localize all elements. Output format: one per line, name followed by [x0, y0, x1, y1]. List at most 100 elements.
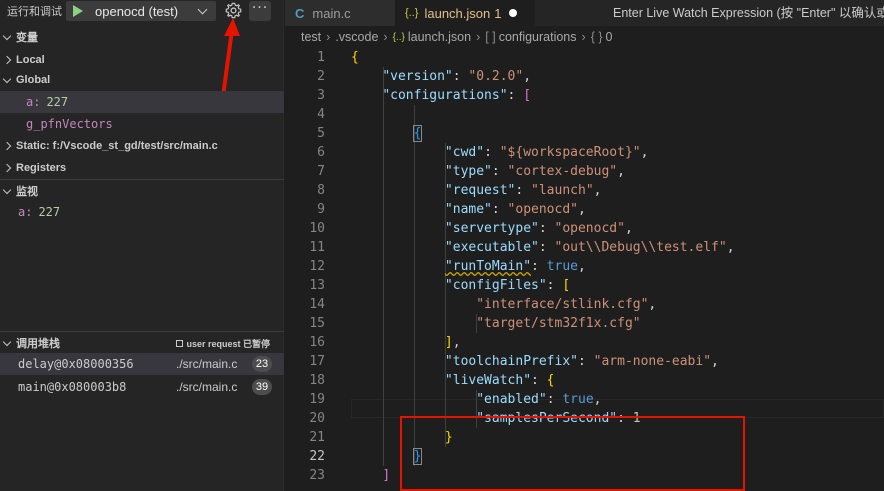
- object-icon: { }: [590, 30, 603, 44]
- code-line: 16 ],: [285, 333, 884, 352]
- code-line: 13 "configFiles": [: [285, 276, 884, 295]
- registers-scope-label: Registers: [16, 162, 67, 174]
- code-text: {: [413, 126, 422, 141]
- chevron-right-icon: ›: [383, 30, 388, 44]
- line-number: 2: [317, 69, 325, 84]
- line-number: 22: [309, 449, 325, 464]
- chevron-down-icon: [2, 31, 12, 40]
- line-number: 12: [309, 259, 325, 274]
- line-number: 9: [317, 202, 325, 217]
- code-text: "name": "openocd",: [444, 202, 586, 217]
- chevron-down-icon: [2, 185, 12, 194]
- global-scope-label: Global: [16, 74, 51, 86]
- watch-expression-value: 227: [38, 205, 61, 219]
- chevron-down-icon: [2, 337, 12, 346]
- more-actions-button[interactable]: ···: [249, 1, 271, 21]
- call-stack-section-header[interactable]: 调用堆栈 user request 已暂停: [0, 332, 284, 354]
- annotation-highlight-box: [400, 416, 745, 491]
- chevron-right-icon: [2, 141, 12, 151]
- run-and-debug-title: 运行和调试: [7, 6, 62, 18]
- chevron-right-icon: ›: [581, 30, 586, 44]
- code-line: 12 "runToMain": true,: [285, 257, 884, 276]
- line-number: 4: [317, 107, 325, 122]
- tab-main-c[interactable]: C main.c: [285, 0, 395, 26]
- c-file-icon: C: [295, 5, 305, 21]
- line-number: 15: [309, 316, 325, 331]
- code-line: 10 "servertype": "openocd",: [285, 219, 884, 238]
- code-text: "target/stm32f1x.cfg": [476, 316, 641, 331]
- breadcrumb-item[interactable]: test: [301, 30, 321, 44]
- breadcrumb-item[interactable]: launch.json: [408, 30, 471, 44]
- code-text: ],: [444, 335, 461, 350]
- variable-name: a:: [26, 95, 41, 109]
- code-line: 15 "target/stm32f1x.cfg": [285, 314, 884, 333]
- local-scope-label: Local: [16, 54, 45, 66]
- breadcrumb-item[interactable]: 0: [606, 30, 613, 44]
- tab-label: main.c: [312, 5, 351, 21]
- static-scope[interactable]: Static: f:/Vscode_st_gd/test/src/main.c: [0, 135, 284, 157]
- code-line: 18 "liveWatch": {: [285, 371, 884, 390]
- code-line: 14 "interface/stlink.cfg",: [285, 295, 884, 314]
- line-number: 11: [309, 240, 325, 255]
- code-text: "servertype": "openocd",: [444, 221, 633, 236]
- stack-frame[interactable]: main@0x080003b8 ./src/main.c 39: [0, 376, 284, 398]
- code-line: 5 {: [285, 124, 884, 143]
- breadcrumb-item[interactable]: configurations: [499, 30, 577, 44]
- stack-frame-file: ./src/main.c: [176, 357, 238, 371]
- variables-title: 变量: [16, 32, 38, 44]
- stack-frame-name: delay@0x08000356: [18, 357, 134, 371]
- line-number: 19: [309, 392, 325, 407]
- debug-config-select[interactable]: openocd (test): [66, 1, 216, 21]
- json-file-icon: {..}: [405, 7, 419, 19]
- registers-scope[interactable]: Registers: [0, 157, 284, 179]
- code-text: "configurations": [: [382, 88, 532, 103]
- breadcrumb: test › .vscode › {..} launch.json › [ ] …: [285, 26, 884, 48]
- call-stack-title: 调用堆栈: [16, 338, 60, 350]
- line-number: 18: [309, 373, 325, 388]
- variable-name: g_pfnVectors: [26, 117, 113, 131]
- code-text: "interface/stlink.cfg",: [476, 297, 657, 312]
- variable-value: 227: [46, 95, 69, 109]
- stack-frame-file: ./src/main.c: [176, 380, 238, 394]
- line-number: 3: [317, 88, 325, 103]
- breadcrumb-item[interactable]: .vscode: [335, 30, 378, 44]
- chevron-right-icon: [2, 55, 12, 65]
- watch-item[interactable]: a: 227: [0, 201, 284, 223]
- pause-reason: user request 已暂停: [186, 338, 270, 349]
- stack-frame[interactable]: delay@0x08000356 ./src/main.c 23: [0, 353, 284, 375]
- line-number: 17: [309, 354, 325, 369]
- watch-title: 监视: [16, 186, 38, 198]
- code-editor[interactable]: 1{ 2 "version": "0.2.0", 3 "configuratio…: [285, 48, 884, 491]
- code-text: "version": "0.2.0",: [382, 69, 532, 84]
- variables-section-header[interactable]: 变量: [0, 26, 284, 48]
- chevron-right-icon: [2, 163, 12, 173]
- stack-frame-line: 39: [252, 379, 272, 395]
- editor-area: C main.c {..} launch.json 1 Enter Live W…: [285, 0, 884, 491]
- code-line: 8 "request": "launch",: [285, 181, 884, 200]
- line-number: 13: [309, 278, 325, 293]
- variable-row[interactable]: g_pfnVectors: [0, 113, 284, 135]
- code-line: 11 "executable": "out\\Debug\\test.elf",: [285, 238, 884, 257]
- start-debugging-icon[interactable]: [73, 5, 83, 17]
- watch-section-header[interactable]: 监视: [0, 180, 284, 202]
- live-watch-input-prompt[interactable]: Enter Live Watch Expression (按 "Enter" 以…: [603, 0, 884, 26]
- static-scope-label: Static: f:/Vscode_st_gd/test/src/main.c: [16, 140, 218, 152]
- code-line: 6 "cwd": "${workspaceRoot}",: [285, 143, 884, 162]
- code-text: "runToMain": true,: [444, 259, 586, 274]
- tab-launch-json[interactable]: {..} launch.json 1: [395, 0, 535, 26]
- code-line: 9 "name": "openocd",: [285, 200, 884, 219]
- unsaved-dot-icon[interactable]: [509, 9, 518, 17]
- chevron-down-icon[interactable]: [197, 4, 208, 15]
- code-line: 19 "enabled": true,: [285, 390, 884, 409]
- tab-label: launch.json: [424, 5, 491, 21]
- pause-icon: [176, 339, 184, 347]
- json-file-icon: {..}: [392, 31, 405, 43]
- global-scope[interactable]: Global: [0, 69, 284, 91]
- stack-frame-name: main@0x080003b8: [18, 380, 127, 394]
- variable-row[interactable]: a: 227: [0, 91, 284, 113]
- code-text: {: [351, 50, 359, 65]
- code-text: "executable": "out\\Debug\\test.elf",: [444, 240, 735, 255]
- local-scope[interactable]: Local: [0, 49, 284, 71]
- code-text: "configFiles": [: [444, 278, 571, 293]
- code-text: "enabled": true,: [476, 392, 602, 407]
